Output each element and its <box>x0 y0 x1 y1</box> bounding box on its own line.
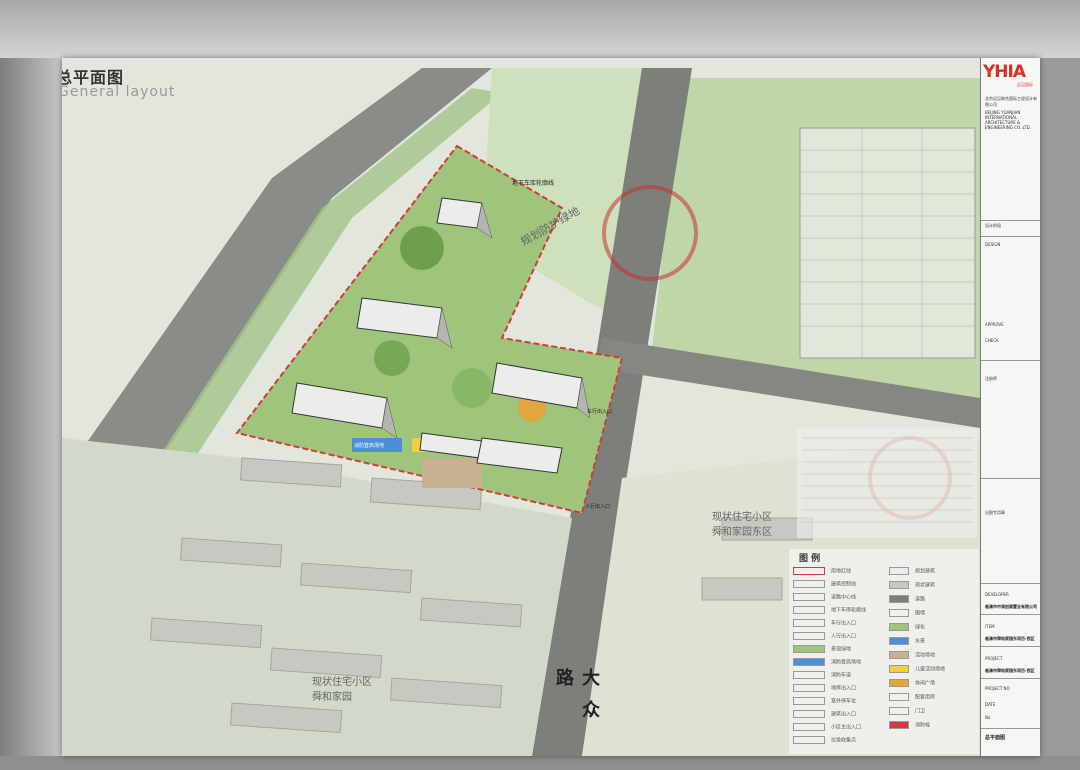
tb-divider <box>981 360 1040 361</box>
legend-swatch <box>793 684 825 692</box>
legend-item: 用地红线 <box>793 567 851 577</box>
drawing-sheet: 总平面图 General layout 大众路 规划防护绿地 地下车库轮廓线 现… <box>62 58 1040 756</box>
tb-divider <box>981 220 1040 221</box>
legend: 图 例 用地红线 建筑控制线 道路中心线 地下车库轮廓线 车行出入口 人行出入口… <box>789 549 979 754</box>
technical-index-table <box>799 127 976 359</box>
remarks-label: 注册师 <box>985 376 997 381</box>
legend-swatch <box>889 595 909 603</box>
legend-item: 围墙 <box>889 609 925 619</box>
legend-swatch <box>793 632 825 640</box>
entrance-label-1: 人行出入口 <box>585 504 611 510</box>
legend-item: 消防栓 <box>889 721 930 731</box>
underground-garage-label: 地下车库轮廓线 <box>512 180 555 187</box>
legend-swatch <box>793 736 825 744</box>
company-name-cn: 北京远见联合国际工程设计有限公司 <box>985 96 1037 107</box>
legend-swatch <box>793 671 825 679</box>
company-logo-sub: 远见国际 <box>1017 82 1033 87</box>
tb-divider <box>981 478 1040 479</box>
legend-item: 建筑控制线 <box>793 580 856 590</box>
drawing-name-label: 总平面图 <box>985 735 1006 741</box>
tb-divider <box>981 236 1040 237</box>
residential-east-label: 现状住宅小区 舜和家园东区 <box>712 512 772 538</box>
company-logo: YHIA <box>983 62 1026 82</box>
developer-value: 临清市中润创展置业有限公司 <box>985 604 1037 609</box>
legend-swatch <box>793 645 825 653</box>
scan-background <box>0 0 1080 58</box>
legend-item: 地库出入口 <box>793 684 856 694</box>
legend-item: 消防登高场地 <box>793 658 861 668</box>
seal-label: 出图专用章 <box>985 510 1005 515</box>
legend-item: 现状建筑 <box>889 581 935 591</box>
legend-item: 道路 <box>889 595 925 605</box>
legend-swatch <box>889 609 909 617</box>
check-label: CHECK <box>985 338 999 343</box>
title-block: YHIA 远见国际 北京远见联合国际工程设计有限公司 BEIJING YUANJ… <box>980 58 1040 756</box>
legend-item: 绿化 <box>889 623 925 633</box>
legend-item: 景观绿地 <box>793 645 851 655</box>
legend-swatch <box>793 619 825 627</box>
legend-item: 门卫 <box>889 707 925 717</box>
legend-swatch <box>889 693 909 701</box>
legend-swatch <box>889 679 909 687</box>
company-name-en: BEIJING YUANJIAN INTERNATIONAL ARCHITECT… <box>985 110 1031 130</box>
legend-item: 车行出入口 <box>793 619 856 629</box>
design-label: DESIGN <box>985 242 1001 247</box>
tb-divider <box>981 646 1040 647</box>
legend-item: 规划建筑 <box>889 567 935 577</box>
tb-divider <box>981 678 1040 679</box>
legend-swatch <box>793 593 825 601</box>
legend-swatch <box>793 723 825 731</box>
legend-swatch <box>793 567 825 575</box>
legend-item: 活动场地 <box>889 651 935 661</box>
scan-bottom-edge <box>0 756 1080 770</box>
legend-item: 配套用房 <box>889 693 935 703</box>
legend-item: 小区主出入口 <box>793 723 861 733</box>
legend-swatch <box>889 651 909 659</box>
legend-item: 道路中心线 <box>793 593 856 603</box>
project-value: 临清市舜和家园东项目-西区 <box>985 668 1035 673</box>
legend-item: 儿童活动场地 <box>889 665 945 675</box>
tb-divider <box>981 614 1040 615</box>
tb-divider <box>981 583 1040 584</box>
road-name-label: 大众路 <box>553 668 600 732</box>
legend-item: 人行出入口 <box>793 632 856 642</box>
legend-swatch <box>889 721 909 729</box>
residential-south-label: 现状住宅小区 舜和家园 <box>312 677 372 703</box>
scan-shadow <box>0 58 62 770</box>
legend-swatch <box>889 567 909 575</box>
legend-swatch <box>889 637 909 645</box>
legend-swatch <box>793 658 825 666</box>
design-stage-label: 设计阶段 <box>985 223 1001 228</box>
project-no-label: PROJECT NO <box>985 686 1010 691</box>
legend-item: 室外停车位 <box>793 697 856 707</box>
legend-swatch <box>793 710 825 718</box>
legend-swatch <box>793 606 825 614</box>
no-label: No <box>985 715 991 720</box>
entrance-label-2: 车行出入口 <box>587 409 613 415</box>
design-notes-block <box>797 428 977 538</box>
legend-item: 水景 <box>889 637 925 647</box>
legend-swatch <box>889 623 909 631</box>
tb-divider <box>981 728 1040 729</box>
legend-item: 休闲广场 <box>889 679 935 689</box>
developer-label: DEVELOPER <box>985 592 1009 597</box>
legend-title: 图 例 <box>799 554 821 564</box>
legend-item: 地下车库轮廓线 <box>793 606 866 616</box>
item-value: 临清市舜和家园东项目-西区 <box>985 636 1035 641</box>
fire-path-label: 消防登高场地 <box>354 443 385 449</box>
project-label: PROJECT <box>985 656 1003 661</box>
legend-swatch <box>793 697 825 705</box>
legend-item: 消防车道 <box>793 671 851 681</box>
legend-swatch <box>889 581 909 589</box>
legend-item: 建筑出入口 <box>793 710 856 720</box>
legend-swatch <box>889 707 909 715</box>
item-label: ITEM <box>985 624 995 629</box>
legend-item: 垃圾收集点 <box>793 736 856 746</box>
legend-swatch <box>889 665 909 673</box>
site-plan-map: 总平面图 General layout 大众路 规划防护绿地 地下车库轮廓线 现… <box>62 58 980 756</box>
approve-label: APPROVE <box>985 322 1004 327</box>
legend-swatch <box>793 580 825 588</box>
date-label: DATE <box>985 702 996 707</box>
drawing-title-en: General layout <box>62 84 176 100</box>
